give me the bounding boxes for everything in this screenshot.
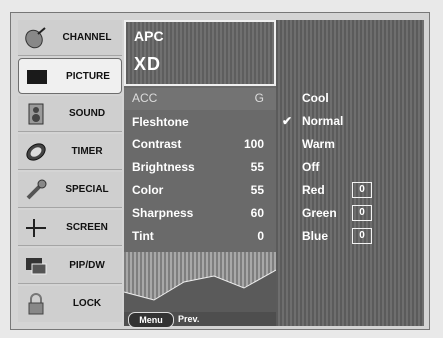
menu-row-value: 0: [257, 229, 264, 243]
sidebar-item-picture[interactable]: PICTURE: [18, 58, 122, 94]
clock-icon: [26, 143, 46, 161]
acc-option-label: Warm: [302, 137, 335, 151]
sidebar-item-label: SCREEN: [66, 222, 108, 233]
menu-row-value: 100: [243, 137, 264, 151]
menu-row-value: 55: [250, 160, 264, 174]
sidebar-item-timer[interactable]: TIMER: [18, 134, 122, 170]
tv-screen-icon: [27, 70, 47, 84]
checkmark-icon: ✔: [282, 114, 293, 128]
menu-row-acc[interactable]: ACC G: [124, 88, 276, 110]
menu-row-tint[interactable]: Tint 0: [124, 226, 276, 248]
menu-row-value: G: [254, 91, 264, 105]
acc-option-cool[interactable]: Cool: [276, 88, 424, 110]
acc-option-label: Off: [302, 160, 320, 174]
sidebar-item-label: SOUND: [68, 108, 106, 119]
acc-channel-label: Red: [302, 183, 325, 197]
pip-window-icon: [26, 258, 47, 275]
apc-title: APC: [134, 28, 164, 44]
picture-preview-graph: [123, 252, 277, 312]
speaker-icon: [28, 103, 44, 125]
acc-submenu: Cool ✔ Normal Warm Off Red 0 Green 0 Blu…: [276, 20, 424, 326]
menu-row-label: Sharpness: [132, 206, 194, 220]
menu-row-sharpness[interactable]: Sharpness 60: [124, 203, 276, 225]
menu-row-label: ACC: [132, 91, 158, 105]
apc-option[interactable]: APC XD: [124, 20, 276, 86]
menu-row-label: Color: [132, 183, 164, 197]
sidebar-item-label: LOCK: [72, 298, 102, 309]
sidebar-item-screen[interactable]: SCREEN: [18, 210, 122, 246]
acc-option-off[interactable]: Off: [276, 157, 424, 179]
acc-channel-blue[interactable]: Blue 0: [276, 226, 424, 248]
sidebar-item-label: TIMER: [71, 146, 103, 157]
sidebar-item-special[interactable]: SPECIAL: [18, 172, 122, 208]
crosshair-icon: [26, 219, 46, 237]
acc-channel-label: Blue: [302, 229, 329, 243]
sidebar-item-lock[interactable]: LOCK: [18, 286, 122, 322]
sidebar-item-pip-dw[interactable]: PIP/DW: [18, 248, 122, 284]
menu-row-value: 55: [250, 183, 264, 197]
menu-row-color[interactable]: Color 55: [124, 180, 276, 202]
acc-channel-value[interactable]: 0: [352, 228, 372, 244]
waveform-graphic: [123, 269, 277, 312]
menu-row-label: Brightness: [132, 160, 195, 174]
acc-channel-green[interactable]: Green 0: [276, 203, 424, 225]
menu-row-value: 60: [250, 206, 264, 220]
picture-menu-panel: APC XD ACC G Fleshtone Contrast 100 Brig…: [123, 20, 277, 326]
menu-row-label: Tint: [132, 229, 154, 243]
menu-row-label: Fleshtone: [132, 115, 189, 129]
menu-row-contrast[interactable]: Contrast 100: [124, 134, 276, 156]
sidebar-item-label: CHANNEL: [62, 32, 112, 43]
acc-channel-red[interactable]: Red 0: [276, 180, 424, 202]
xd-logo: XD: [134, 54, 162, 74]
acc-channel-label: Green: [302, 206, 337, 220]
sidebar-item-label: PICTURE: [66, 71, 110, 82]
acc-option-normal[interactable]: ✔ Normal: [276, 111, 424, 133]
wrench-icon: [26, 179, 47, 200]
acc-channel-value[interactable]: 0: [352, 205, 372, 221]
menu-button[interactable]: Menu: [128, 312, 174, 328]
menu-row-brightness[interactable]: Brightness 55: [124, 157, 276, 179]
acc-option-warm[interactable]: Warm: [276, 134, 424, 156]
menu-row-label: Contrast: [132, 137, 182, 151]
prev-label: Prev.: [178, 314, 200, 324]
sidebar-item-label: SPECIAL: [65, 184, 109, 195]
sidebar-item-sound[interactable]: SOUND: [18, 96, 122, 132]
acc-channel-value[interactable]: 0: [352, 182, 372, 198]
sidebar-item-label: PIP/DW: [69, 260, 105, 271]
main-menu-sidebar: CHANNEL PICTURE SOUND TIMER SPECIAL SCRE…: [18, 20, 122, 326]
sidebar-item-channel[interactable]: CHANNEL: [18, 20, 122, 56]
padlock-icon: [28, 293, 44, 315]
menu-row-fleshtone[interactable]: Fleshtone: [124, 112, 276, 134]
satellite-dish-icon: [25, 27, 46, 49]
acc-option-label: Cool: [302, 91, 329, 105]
acc-option-label: Normal: [302, 114, 344, 128]
